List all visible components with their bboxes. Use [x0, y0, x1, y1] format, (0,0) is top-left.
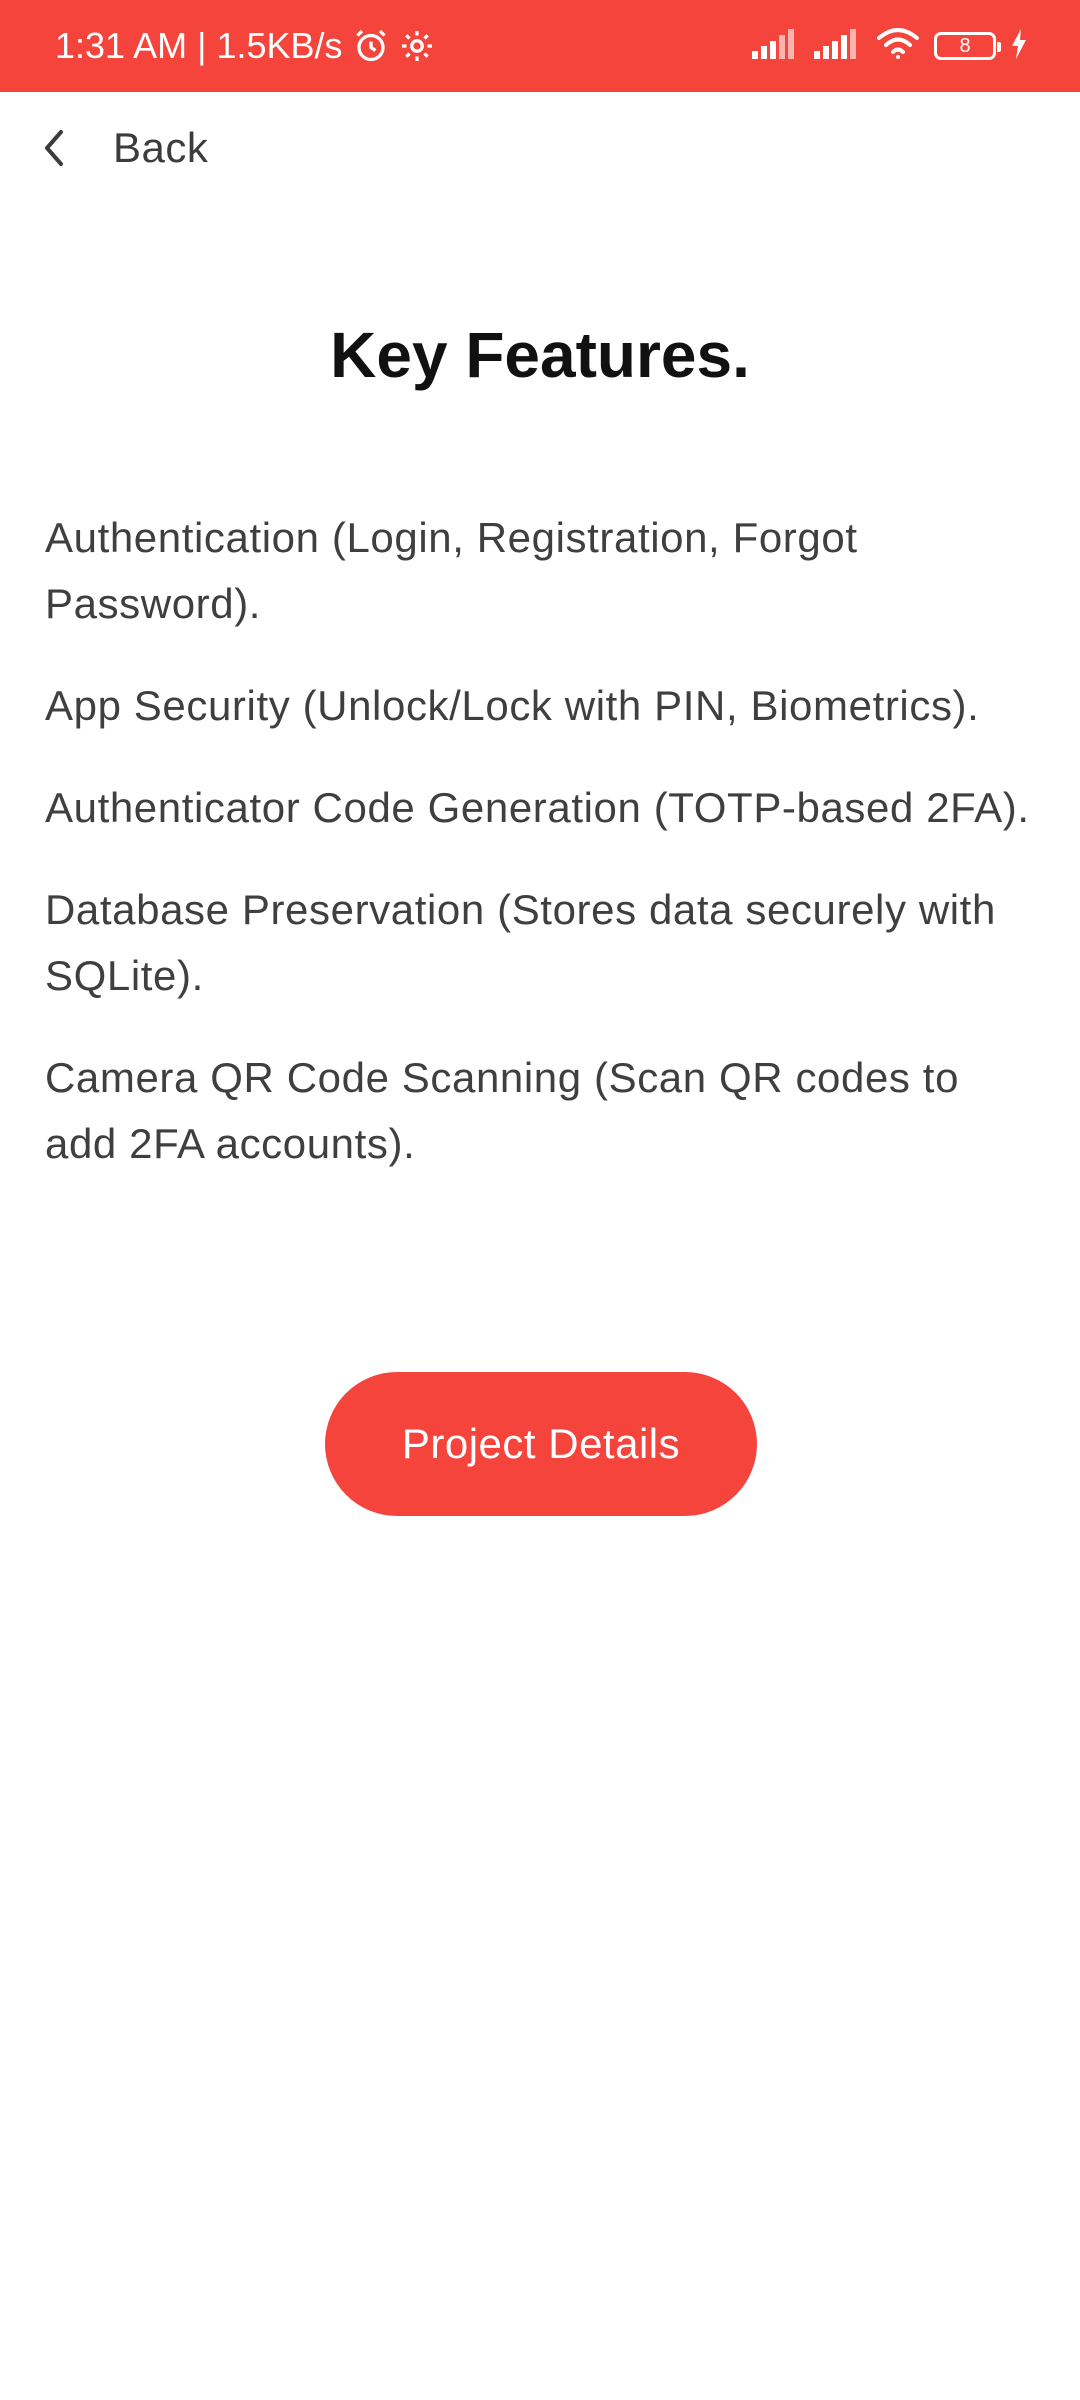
- status-left: 1:31 AM | 1.5KB/s: [55, 0, 435, 92]
- wifi-icon: [876, 27, 920, 65]
- feature-item: Camera QR Code Scanning (Scan QR codes t…: [45, 1054, 960, 1167]
- signal-icon: [752, 28, 800, 64]
- battery-icon: 8: [934, 32, 1001, 60]
- chevron-left-icon: [30, 123, 80, 173]
- page-title: Key Features.: [330, 319, 750, 391]
- feature-item: Database Preservation (Stores data secur…: [45, 886, 996, 999]
- back-button[interactable]: Back: [30, 108, 208, 188]
- feature-list: Authentication (Login, Registration, For…: [45, 505, 1035, 1213]
- charging-icon: [1010, 28, 1028, 64]
- feature-item: Authentication (Login, Registration, For…: [45, 514, 858, 627]
- back-label: Back: [113, 124, 209, 171]
- signal-icon: [814, 28, 862, 64]
- feature-item: App Security (Unlock/Lock with PIN, Biom…: [45, 682, 980, 729]
- battery-level: 8: [959, 34, 971, 57]
- top-nav-bar: Back: [0, 92, 1080, 204]
- status-bar: 1:31 AM | 1.5KB/s 8: [0, 0, 1080, 92]
- alarm-icon: [353, 28, 389, 64]
- status-time-speed: 1:31 AM | 1.5KB/s: [55, 25, 343, 66]
- status-right: 8: [738, 0, 1028, 92]
- project-details-button[interactable]: Project Details: [325, 1372, 757, 1516]
- screen: 1:31 AM | 1.5KB/s 8 Back Key Features. A…: [0, 0, 1080, 2400]
- settings-icon: [399, 28, 435, 64]
- feature-item: Authenticator Code Generation (TOTP-base…: [45, 784, 1030, 831]
